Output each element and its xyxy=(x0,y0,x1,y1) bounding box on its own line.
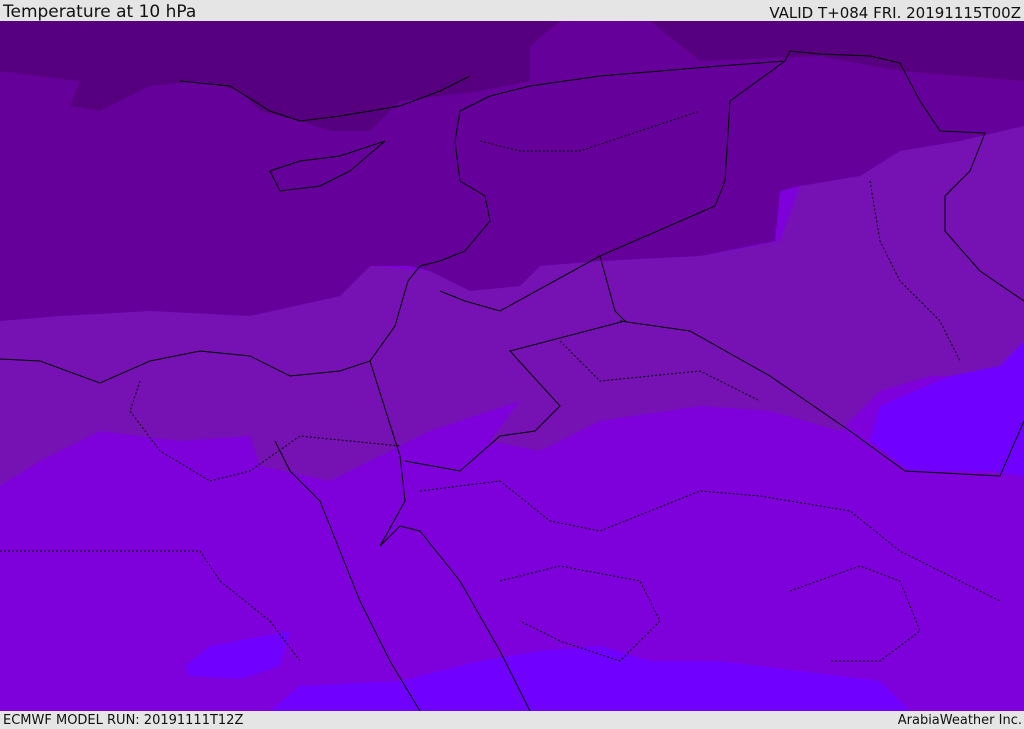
footer-bar: ECMWF MODEL RUN: 20191111T12Z ArabiaWeat… xyxy=(0,711,1024,729)
credit: ArabiaWeather Inc. xyxy=(897,713,1022,728)
temperature-map xyxy=(0,21,1024,711)
valid-time: VALID T+084 FRI. 20191115T00Z xyxy=(769,4,1021,22)
header-bar: Temperature at 10 hPa VALID T+084 FRI. 2… xyxy=(0,0,1024,21)
model-run: ECMWF MODEL RUN: 20191111T12Z xyxy=(3,713,244,728)
map-title: Temperature at 10 hPa xyxy=(3,2,197,22)
